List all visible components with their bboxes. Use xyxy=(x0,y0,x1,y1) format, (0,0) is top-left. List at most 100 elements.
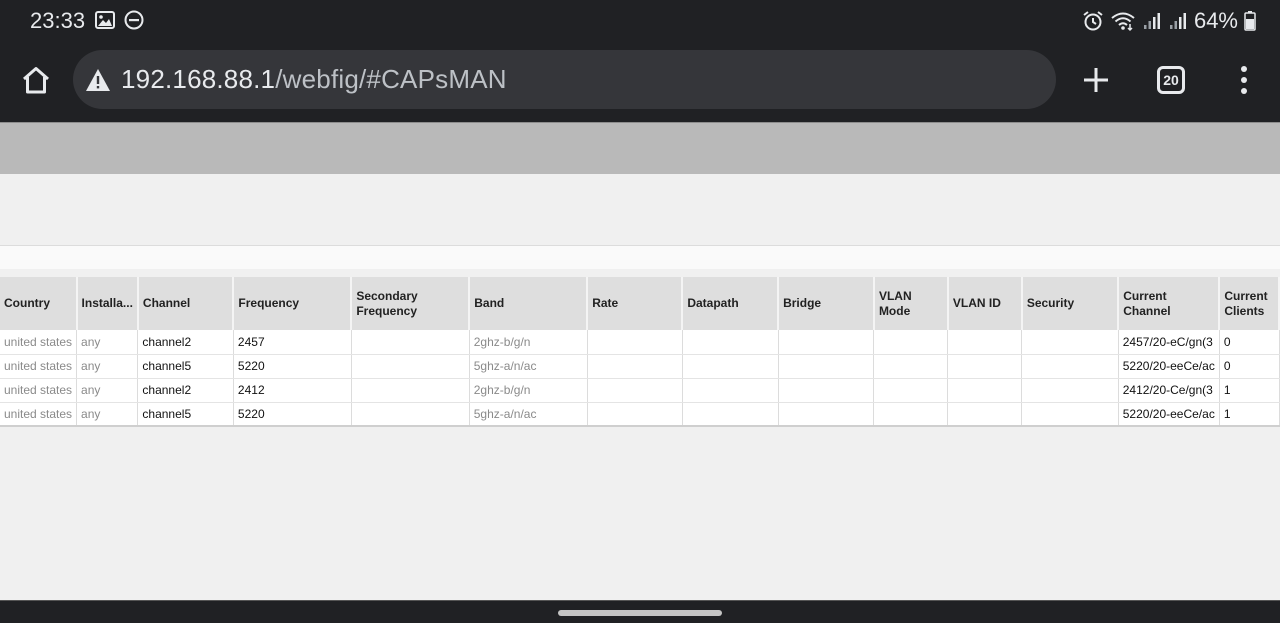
new-tab-button[interactable] xyxy=(1078,62,1114,98)
table-cell xyxy=(587,354,683,379)
column-header[interactable]: Bridge xyxy=(778,277,875,330)
capsman-table-container[interactable]: Country Installa... Channel Frequency Se… xyxy=(0,277,1280,429)
capsman-table: Country Installa... Channel Frequency Se… xyxy=(0,277,1280,427)
table-cell: 2412 xyxy=(233,378,352,403)
table-cell: 0 xyxy=(1219,330,1280,355)
table-cell: united states xyxy=(0,354,78,379)
table-cell: 1 xyxy=(1219,378,1280,403)
table-cell: 2ghz-b/g/n xyxy=(469,330,588,355)
table-cell xyxy=(351,378,470,403)
url-text[interactable]: 192.168.88.1/webfig/#CAPsMAN xyxy=(121,64,507,95)
column-header[interactable]: Datapath xyxy=(682,277,780,330)
page-header-band xyxy=(0,122,1280,174)
tab-switcher-button[interactable]: 20 xyxy=(1157,66,1185,94)
table-cell xyxy=(947,378,1023,403)
table-cell: united states xyxy=(0,330,78,355)
column-header[interactable]: Current Clients xyxy=(1219,277,1280,330)
system-navigation-bar xyxy=(0,600,1280,623)
table-row[interactable]: united states any channel2 2412 2ghz-b/g… xyxy=(0,378,1280,403)
column-header[interactable]: Frequency xyxy=(233,277,353,330)
table-cell xyxy=(1021,330,1119,355)
table-cell xyxy=(682,354,779,379)
table-row[interactable]: united states any channel5 5220 5ghz-a/n… xyxy=(0,354,1280,379)
table-cell: any xyxy=(76,354,139,379)
table-cell xyxy=(947,330,1023,355)
table-cell xyxy=(682,402,779,427)
column-header[interactable]: Security xyxy=(1021,277,1120,330)
column-header[interactable]: Channel xyxy=(137,277,235,330)
table-cell: 5220/20-eeCe/ac xyxy=(1118,354,1220,379)
not-secure-warning-icon[interactable] xyxy=(85,67,111,93)
table-cell: any xyxy=(76,402,139,427)
column-header[interactable]: VLAN ID xyxy=(947,277,1023,330)
home-button[interactable] xyxy=(18,62,54,98)
table-cell: 1 xyxy=(1219,402,1280,427)
battery-icon xyxy=(1244,11,1256,31)
table-cell: channel5 xyxy=(137,354,234,379)
table-cell: any xyxy=(76,330,139,355)
table-cell: channel5 xyxy=(137,402,234,427)
table-cell: 2ghz-b/g/n xyxy=(469,378,588,403)
table-cell xyxy=(778,330,875,355)
table-row[interactable]: united states any channel2 2457 2ghz-b/g… xyxy=(0,330,1280,355)
table-cell xyxy=(947,402,1023,427)
table-cell xyxy=(873,354,949,379)
browser-toolbar: 192.168.88.1/webfig/#CAPsMAN 20 xyxy=(0,40,1280,122)
table-cell xyxy=(587,402,683,427)
status-bar: 23:33 64% xyxy=(0,0,1280,40)
wifi-icon xyxy=(1111,12,1135,32)
gesture-handle[interactable] xyxy=(558,610,722,616)
table-cell: 2457/20-eC/gn(3 xyxy=(1118,330,1220,355)
more-options-icon[interactable] xyxy=(1232,64,1256,96)
alarm-icon xyxy=(1083,11,1103,31)
table-cell xyxy=(351,354,470,379)
page-toolbar-area xyxy=(0,174,1280,245)
column-header[interactable]: Installa... xyxy=(76,277,139,330)
table-cell: channel2 xyxy=(137,378,234,403)
signal-icon xyxy=(1169,13,1186,29)
column-header[interactable]: Country xyxy=(0,277,78,330)
table-cell: 2412/20-Ce/gn(3 xyxy=(1118,378,1220,403)
table-cell xyxy=(351,330,470,355)
table-cell: 5220/20-eeCe/ac xyxy=(1118,402,1220,427)
table-cell: 5220 xyxy=(233,402,352,427)
table-cell xyxy=(682,378,779,403)
table-cell: united states xyxy=(0,378,78,403)
column-header[interactable]: Secondary Frequency xyxy=(351,277,471,330)
home-icon xyxy=(23,67,49,94)
table-cell xyxy=(778,402,875,427)
table-cell xyxy=(873,378,949,403)
dnd-icon xyxy=(124,10,144,30)
table-cell xyxy=(947,354,1023,379)
column-header[interactable]: Band xyxy=(469,277,589,330)
url-bar[interactable]: 192.168.88.1/webfig/#CAPsMAN xyxy=(73,50,1056,109)
table-cell xyxy=(873,330,949,355)
table-cell xyxy=(587,378,683,403)
table-cell: 5ghz-a/n/ac xyxy=(469,354,588,379)
table-cell xyxy=(682,330,779,355)
table-cell: channel2 xyxy=(137,330,234,355)
browser-chrome: 23:33 64% 192.168.88.1/webfig/#CAPsMAN 2… xyxy=(0,0,1280,122)
image-icon xyxy=(95,11,115,29)
column-header[interactable]: Current Channel xyxy=(1118,277,1221,330)
table-cell: united states xyxy=(0,402,78,427)
url-host: 192.168.88.1 xyxy=(121,64,276,94)
url-path: /webfig/#CAPsMAN xyxy=(275,64,507,94)
table-cell xyxy=(1021,354,1119,379)
table-cell xyxy=(778,354,875,379)
table-row[interactable]: united states any channel5 5220 5ghz-a/n… xyxy=(0,402,1280,427)
table-cell xyxy=(778,378,875,403)
table-cell: 5220 xyxy=(233,354,352,379)
table-cell xyxy=(873,402,949,427)
table-header-row: Country Installa... Channel Frequency Se… xyxy=(0,277,1280,330)
table-cell: 0 xyxy=(1219,354,1280,379)
table-cell: 5ghz-a/n/ac xyxy=(469,402,588,427)
table-cell: 2457 xyxy=(233,330,352,355)
page-filter-strip xyxy=(0,245,1280,269)
column-header[interactable]: Rate xyxy=(587,277,684,330)
table-cell xyxy=(351,402,470,427)
plus-icon xyxy=(1084,68,1108,92)
signal-icon xyxy=(1143,13,1160,29)
table-cell xyxy=(1021,378,1119,403)
column-header[interactable]: VLAN Mode xyxy=(873,277,949,330)
